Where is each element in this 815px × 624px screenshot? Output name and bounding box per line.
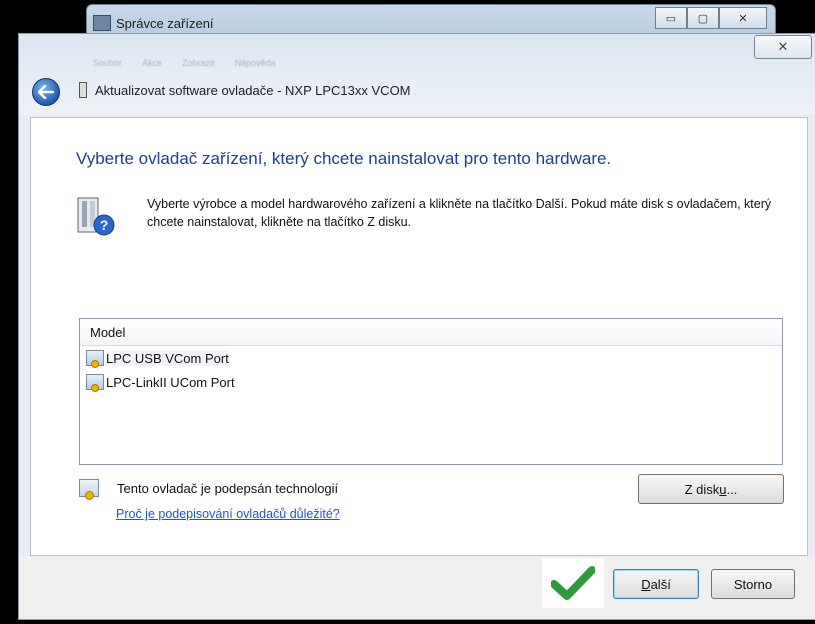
back-arrow-icon — [38, 85, 54, 99]
cancel-button[interactable]: Storno — [711, 569, 795, 599]
signed-driver-icon — [86, 374, 104, 392]
dialog-title: Aktualizovat software ovladače - NXP LPC… — [79, 82, 411, 98]
signed-text: Tento ovladač je podepsán technologií — [117, 480, 339, 496]
next-button[interactable]: Další — [613, 569, 699, 599]
svg-text:?: ? — [100, 217, 109, 233]
dialog-header: Soubor Akce Zobrazit Nápověda ✕ Aktualiz… — [19, 34, 815, 114]
next-label-rest: alší — [650, 576, 671, 592]
have-disk-button[interactable]: Z disk u... — [638, 474, 784, 504]
usb-device-icon — [79, 82, 87, 98]
checkmark-overlay — [542, 558, 604, 608]
window-close-button[interactable]: ✕ — [719, 7, 767, 29]
model-list-header[interactable]: Model — [80, 319, 782, 346]
dialog-title-text: Aktualizovat software ovladače - NXP LPC… — [95, 82, 411, 98]
list-item-label: LPC-LinkII UCom Port — [106, 374, 235, 390]
background-menu-bar: Soubor Akce Zobrazit Nápověda — [93, 58, 276, 68]
caption-buttons: ▭ ▢ ✕ — [655, 7, 767, 29]
menu-item-file: Soubor — [93, 58, 123, 68]
menu-item-action: Akce — [142, 58, 163, 68]
have-disk-label-pre: Z disk — [684, 481, 720, 497]
next-accelerator: D — [641, 576, 651, 592]
have-disk-label-post: ... — [726, 481, 738, 497]
minimize-button[interactable]: ▭ — [655, 7, 687, 29]
menu-item-view: Zobrazit — [182, 58, 215, 68]
hardware-question-icon: ? — [77, 197, 115, 236]
have-disk-accelerator: u — [719, 481, 727, 497]
update-driver-dialog: Soubor Akce Zobrazit Nápověda ✕ Aktualiz… — [18, 33, 815, 620]
page-heading: Vyberte ovladač zařízení, který chcete n… — [76, 149, 612, 168]
driver-signing-link[interactable]: Proč je podepisování ovladačů důležité? — [116, 507, 340, 521]
device-manager-title: Správce zařízení — [93, 15, 214, 31]
signed-driver-icon — [86, 350, 104, 368]
menu-item-help: Nápověda — [234, 58, 276, 68]
certificate-icon — [79, 479, 99, 500]
back-button[interactable] — [32, 78, 60, 106]
list-item[interactable]: LPC USB VCom Port — [80, 346, 782, 370]
maximize-button[interactable]: ▢ — [687, 7, 719, 29]
list-item-label: LPC USB VCom Port — [106, 350, 229, 366]
dialog-content: Vyberte ovladač zařízení, který chcete n… — [30, 117, 808, 556]
device-manager-title-text: Správce zařízení — [116, 15, 214, 31]
model-list[interactable]: Model LPC USB VCom Port LPC-LinkII UCom … — [79, 318, 783, 465]
list-item[interactable]: LPC-LinkII UCom Port — [80, 370, 782, 394]
green-checkmark-icon — [551, 566, 595, 600]
device-manager-icon — [93, 15, 111, 31]
instruction-text: Vyberte výrobce a model hardwarového zař… — [147, 197, 772, 229]
signed-driver-row: Tento ovladač je podepsán technologií — [79, 479, 339, 500]
dialog-close-button[interactable]: ✕ — [754, 35, 812, 59]
